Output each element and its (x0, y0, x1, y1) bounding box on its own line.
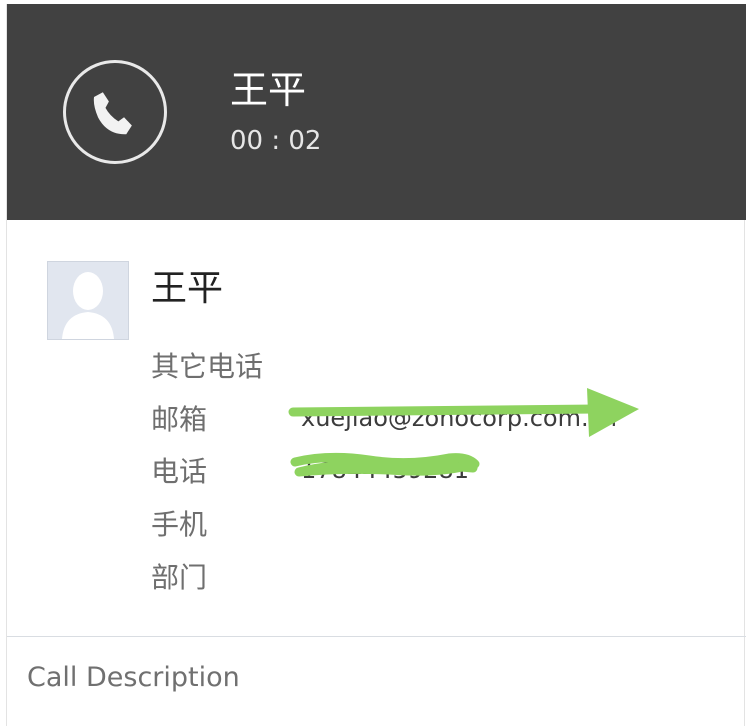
field-label-department: 部门 (151, 561, 208, 594)
section-divider (7, 636, 746, 637)
call-panel: 王平 00 : 02 王平 其它电话 邮箱 xuejiao@zohocorp.c… (6, 4, 746, 726)
email-value[interactable]: xuejiao@zohocorp.com.cn (301, 402, 617, 434)
field-label-other-phone: 其它电话 (151, 350, 264, 383)
contact-name[interactable]: 王平 (151, 266, 223, 312)
field-label-phone: 电话 (151, 455, 208, 488)
call-timer: 00 : 02 (230, 126, 322, 156)
contact-avatar (47, 261, 129, 340)
phone-value[interactable]: 17844459281 (301, 454, 469, 486)
call-description-label[interactable]: Call Description (27, 660, 240, 696)
user-silhouette-icon (48, 262, 128, 339)
call-header: 王平 00 : 02 (7, 4, 746, 220)
field-label-mobile: 手机 (151, 508, 208, 541)
phone-icon (63, 60, 167, 164)
caller-name: 王平 (230, 68, 307, 112)
field-label-email: 邮箱 (151, 403, 208, 436)
